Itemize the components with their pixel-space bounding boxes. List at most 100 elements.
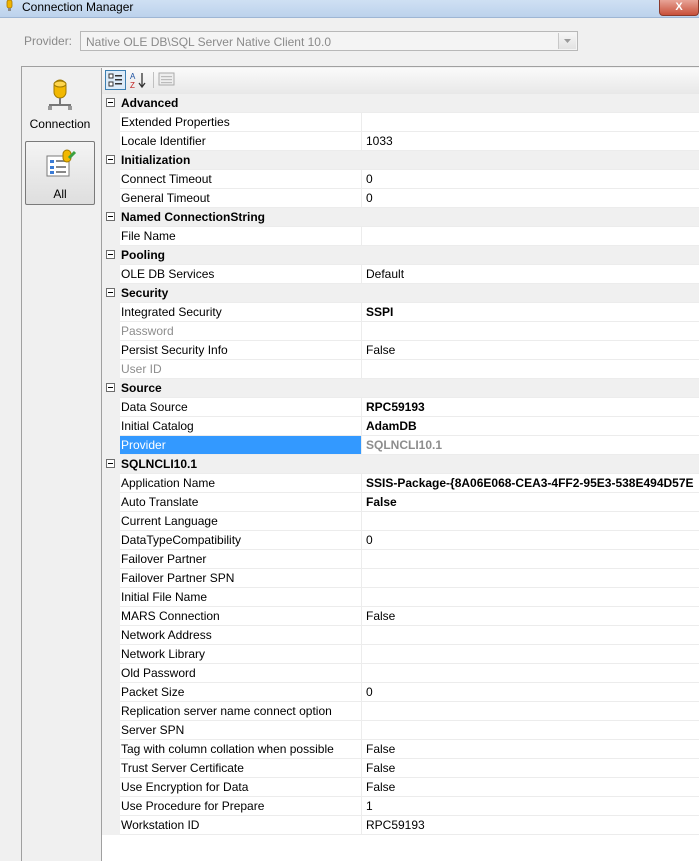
property-value[interactable]: False — [362, 778, 699, 796]
provider-value: Native OLE DB\SQL Server Native Client 1… — [86, 35, 331, 49]
dropdown-button[interactable] — [558, 33, 576, 49]
property-value[interactable]: False — [362, 341, 699, 359]
property-value[interactable]: RPC59193 — [362, 398, 699, 416]
collapse-icon[interactable] — [106, 383, 115, 392]
property-value[interactable] — [362, 721, 699, 739]
row-gutter — [102, 322, 120, 341]
property-row[interactable]: Packet Size 0 — [102, 683, 699, 702]
property-value[interactable] — [362, 113, 699, 131]
category-row[interactable]: Source — [102, 379, 699, 398]
category-row[interactable]: Pooling — [102, 246, 699, 265]
property-row[interactable]: Server SPN — [102, 721, 699, 740]
property-row[interactable]: Old Password — [102, 664, 699, 683]
property-row[interactable]: Current Language — [102, 512, 699, 531]
property-value[interactable]: False — [362, 493, 699, 511]
property-value[interactable]: 0 — [362, 683, 699, 701]
property-value[interactable]: False — [362, 607, 699, 625]
property-row[interactable]: File Name — [102, 227, 699, 246]
property-value[interactable]: SSIS-Package-{8A06E068-CEA3-4FF2-95E3-53… — [362, 474, 699, 492]
property-name: File Name — [120, 227, 362, 245]
property-value[interactable] — [362, 227, 699, 245]
property-row[interactable]: DataTypeCompatibility 0 — [102, 531, 699, 550]
property-row[interactable]: Password — [102, 322, 699, 341]
property-row[interactable]: Replication server name connect option — [102, 702, 699, 721]
property-pages-button[interactable] — [157, 70, 178, 90]
close-button[interactable]: X — [659, 0, 699, 16]
property-value[interactable] — [362, 626, 699, 644]
property-row[interactable]: Application Name SSIS-Package-{8A06E068-C… — [102, 474, 699, 493]
collapse-icon[interactable] — [106, 155, 115, 164]
property-row[interactable]: Integrated Security SSPI — [102, 303, 699, 322]
provider-dropdown[interactable]: Native OLE DB\SQL Server Native Client 1… — [80, 31, 578, 51]
property-value[interactable]: SQLNCLI10.1 — [362, 436, 699, 454]
property-value[interactable]: Default — [362, 265, 699, 283]
row-gutter — [102, 664, 120, 683]
row-gutter — [102, 550, 120, 569]
property-row[interactable]: Use Encryption for Data False — [102, 778, 699, 797]
property-row[interactable]: Network Address — [102, 626, 699, 645]
property-row[interactable]: Connect Timeout 0 — [102, 170, 699, 189]
app-icon — [6, 0, 13, 11]
property-row[interactable]: Initial Catalog AdamDB — [102, 417, 699, 436]
property-row[interactable]: Trust Server Certificate False — [102, 759, 699, 778]
property-row[interactable]: Persist Security Info False — [102, 341, 699, 360]
category-row[interactable]: Initialization — [102, 151, 699, 170]
nav-item-connection[interactable]: Connection — [25, 72, 95, 136]
property-row[interactable]: User ID — [102, 360, 699, 379]
property-row[interactable]: OLE DB Services Default — [102, 265, 699, 284]
property-value[interactable]: 0 — [362, 531, 699, 549]
property-value[interactable]: 0 — [362, 189, 699, 207]
property-name: Old Password — [120, 664, 362, 682]
property-value[interactable] — [362, 360, 699, 378]
row-gutter — [102, 341, 120, 360]
property-value[interactable]: False — [362, 759, 699, 777]
property-name: Network Library — [120, 645, 362, 663]
property-name: Locale Identifier — [120, 132, 362, 150]
property-value[interactable] — [362, 550, 699, 568]
property-row[interactable]: Failover Partner — [102, 550, 699, 569]
property-value[interactable]: SSPI — [362, 303, 699, 321]
property-row[interactable]: Provider SQLNCLI10.1 — [102, 436, 699, 455]
property-row[interactable]: Use Procedure for Prepare 1 — [102, 797, 699, 816]
property-value[interactable]: False — [362, 740, 699, 758]
property-row[interactable]: Tag with column collation when possible F… — [102, 740, 699, 759]
property-value[interactable] — [362, 322, 699, 340]
property-row[interactable]: Initial File Name — [102, 588, 699, 607]
property-name: Current Language — [120, 512, 362, 530]
categorized-button[interactable] — [105, 70, 126, 90]
collapse-icon[interactable] — [106, 288, 115, 297]
property-row[interactable]: Workstation ID RPC59193 — [102, 816, 699, 835]
collapse-icon[interactable] — [106, 250, 115, 259]
row-gutter — [102, 740, 120, 759]
property-value[interactable]: 1 — [362, 797, 699, 815]
property-value[interactable] — [362, 702, 699, 720]
property-value[interactable] — [362, 512, 699, 530]
property-value[interactable] — [362, 645, 699, 663]
property-value[interactable]: AdamDB — [362, 417, 699, 435]
property-value[interactable] — [362, 588, 699, 606]
property-value[interactable]: RPC59193 — [362, 816, 699, 834]
property-value[interactable]: 0 — [362, 170, 699, 188]
property-value[interactable]: 1033 — [362, 132, 699, 150]
collapse-icon[interactable] — [106, 98, 115, 107]
property-row[interactable]: Extended Properties — [102, 113, 699, 132]
category-row[interactable]: Security — [102, 284, 699, 303]
nav-item-all[interactable]: All — [25, 141, 95, 205]
category-row[interactable]: Advanced — [102, 94, 699, 113]
property-row[interactable]: Auto Translate False — [102, 493, 699, 512]
collapse-icon[interactable] — [106, 212, 115, 221]
alphabetical-sort-icon: A Z — [130, 72, 146, 90]
property-row[interactable]: Failover Partner SPN — [102, 569, 699, 588]
category-row[interactable]: Named ConnectionString — [102, 208, 699, 227]
property-name: DataTypeCompatibility — [120, 531, 362, 549]
property-row[interactable]: Locale Identifier 1033 — [102, 132, 699, 151]
property-row[interactable]: Network Library — [102, 645, 699, 664]
collapse-icon[interactable] — [106, 459, 115, 468]
alphabetical-button[interactable]: A Z — [128, 70, 149, 90]
property-value[interactable] — [362, 569, 699, 587]
property-row[interactable]: MARS Connection False — [102, 607, 699, 626]
property-value[interactable] — [362, 664, 699, 682]
property-row[interactable]: General Timeout 0 — [102, 189, 699, 208]
property-row[interactable]: Data Source RPC59193 — [102, 398, 699, 417]
category-row[interactable]: SQLNCLI10.1 — [102, 455, 699, 474]
